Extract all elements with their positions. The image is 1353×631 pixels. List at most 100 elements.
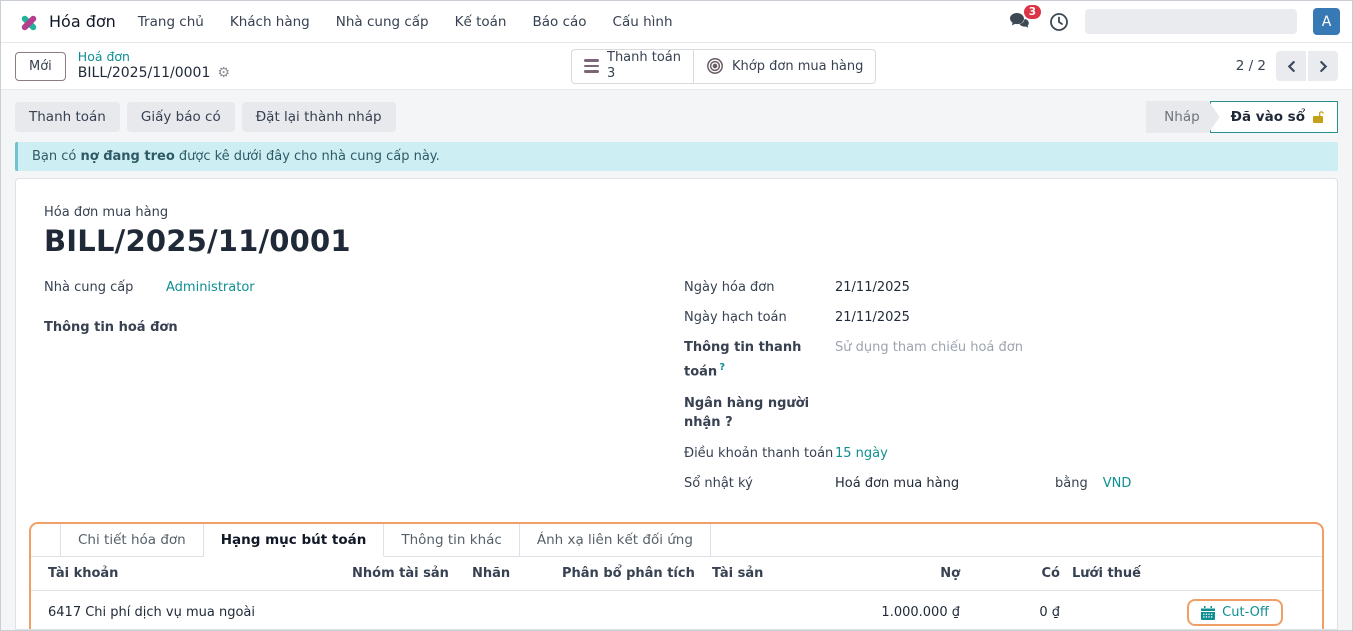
form-right-column: Ngày hóa đơn 21/11/2025 Ngày hạch toán 2… <box>684 278 1317 504</box>
banner-text: Bạn có <box>32 149 81 164</box>
menu-item-reports[interactable]: Báo cáo <box>532 14 586 30</box>
target-icon <box>706 57 724 75</box>
currency-link[interactable]: VND <box>1103 474 1132 494</box>
cell-tax-grids[interactable] <box>1066 591 1144 630</box>
messages-badge: 3 <box>1024 5 1041 19</box>
list-icon <box>584 59 599 73</box>
cell-cutoff: Cut-Off <box>1144 591 1324 630</box>
outstanding-debits-banner: Bạn có nợ đang treo được kê dưới đây cho… <box>15 142 1338 171</box>
bill-info-label: Thông tin hoá đơn <box>44 320 684 335</box>
control-panel: Mới Hoá đơn BILL/2025/11/0001 ⚙ Thanh to… <box>1 43 1352 90</box>
statusbar: Nháp Đã vào sổ <box>1146 101 1338 133</box>
cutoff-button[interactable]: Cut-Off <box>1187 599 1283 626</box>
activities-clock-icon[interactable] <box>1049 12 1069 32</box>
journal-label: Sổ nhật ký <box>684 474 835 494</box>
stat-buttons: Thanh toán 3 Khớp đơn mua hàng <box>571 49 876 84</box>
menu-item-customers[interactable]: Khách hàng <box>230 14 310 30</box>
col-header-analytic[interactable]: Phân bổ phân tích <box>556 557 706 591</box>
messages-icon[interactable]: 3 <box>1009 11 1033 33</box>
tab-other-info[interactable]: Thông tin khác <box>384 524 519 556</box>
user-name-redacted[interactable] <box>1085 9 1297 34</box>
banner-bold-text: nợ đang treo <box>81 149 175 164</box>
cell-asset-group[interactable] <box>346 591 466 630</box>
tab-counterpart-mapping[interactable]: Ánh xạ liên kết đối ứng <box>520 524 711 556</box>
invoice-date-value: 21/11/2025 <box>835 278 910 298</box>
menu-item-config[interactable]: Cấu hình <box>613 14 673 30</box>
help-icon[interactable]: ? <box>725 415 733 430</box>
payments-stat-count: 3 <box>607 66 681 82</box>
menu-item-home[interactable]: Trang chủ <box>138 14 204 30</box>
col-header-credit[interactable]: Có <box>966 557 1066 591</box>
invoice-date-label: Ngày hóa đơn <box>684 278 835 298</box>
pay-button[interactable]: Thanh toán <box>15 102 120 132</box>
help-icon[interactable]: ? <box>719 362 725 373</box>
document-type-label: Hóa đơn mua hàng <box>44 205 1317 220</box>
status-posted-label: Đã vào sổ <box>1231 109 1305 125</box>
accounting-date-value: 21/11/2025 <box>835 308 910 328</box>
form-left-column: Nhà cung cấp Administrator Thông tin hoá… <box>44 278 684 504</box>
action-row: Thanh toán Giấy báo có Đặt lại thành nhá… <box>1 90 1352 142</box>
cell-analytic[interactable] <box>556 591 706 630</box>
col-header-debit[interactable]: Nợ <box>834 557 966 591</box>
payment-terms-link[interactable]: 15 ngày <box>835 444 888 464</box>
recipient-bank-label-text: Ngân hàng người nhận <box>684 396 809 430</box>
systray: 3 A <box>1009 8 1340 35</box>
notebook-highlight-region: Chi tiết hóa đơn Hạng mục bút toán Thông… <box>29 522 1324 630</box>
top-nav: Hóa đơn Trang chủ Khách hàng Nhà cung cấ… <box>1 1 1352 43</box>
vendor-link[interactable]: Administrator <box>166 278 255 298</box>
credit-note-button[interactable]: Giấy báo có <box>127 102 235 132</box>
form-sheet: Hóa đơn mua hàng BILL/2025/11/0001 Nhà c… <box>15 178 1338 630</box>
recipient-bank-label: Ngân hàng người nhận ? <box>684 392 835 434</box>
form-fields: Nhà cung cấp Administrator Thông tin hoá… <box>36 278 1317 504</box>
breadcrumb-parent[interactable]: Hoá đơn <box>78 49 230 65</box>
table-header-row: Tài khoản Nhóm tài sản Nhãn Phân bổ phân… <box>31 557 1324 591</box>
payment-reference-label-text: Thông tin thanh toán <box>684 340 801 379</box>
po-matching-button[interactable]: Khớp đơn mua hàng <box>693 50 875 83</box>
payment-reference-placeholder: Sử dụng tham chiếu hoá đơn <box>835 338 1023 382</box>
cell-label[interactable] <box>466 591 556 630</box>
col-header-asset-group[interactable]: Nhóm tài sản <box>346 557 466 591</box>
tab-spacer <box>31 524 61 556</box>
currency-in-label: bằng <box>1055 474 1088 494</box>
col-header-label[interactable]: Nhãn <box>466 557 556 591</box>
status-step-posted[interactable]: Đã vào sổ <box>1210 101 1338 133</box>
calendar-icon <box>1201 606 1215 620</box>
journal-items-table: Tài khoản Nhóm tài sản Nhãn Phân bổ phân… <box>31 557 1324 630</box>
col-header-account[interactable]: Tài khoản <box>31 557 346 591</box>
table-row[interactable]: 6417 Chi phí dịch vụ mua ngoài 1.000.000… <box>31 591 1324 630</box>
menu-item-vendors[interactable]: Nhà cung cấp <box>336 14 429 30</box>
tab-bar: Chi tiết hóa đơn Hạng mục bút toán Thông… <box>31 524 1322 557</box>
page-title: BILL/2025/11/0001 <box>44 224 1317 258</box>
tab-invoice-lines[interactable]: Chi tiết hóa đơn <box>61 524 204 556</box>
unlock-icon <box>1312 110 1325 124</box>
cell-asset[interactable] <box>706 591 834 630</box>
breadcrumb: Hoá đơn BILL/2025/11/0001 ⚙ <box>78 49 230 82</box>
app-logo-icon[interactable] <box>17 11 39 33</box>
cell-credit[interactable]: 0 ₫ <box>966 591 1066 630</box>
new-button[interactable]: Mới <box>15 52 66 81</box>
cell-debit[interactable]: 1.000.000 ₫ <box>834 591 966 630</box>
app-name[interactable]: Hóa đơn <box>49 12 116 31</box>
menu-item-accounting[interactable]: Kế toán <box>455 14 507 30</box>
pager-previous-button[interactable] <box>1276 51 1306 81</box>
banner-text-suffix: được kê dưới đây cho nhà cung cấp này. <box>175 149 440 164</box>
col-header-button <box>1144 557 1324 591</box>
payments-stat-label: Thanh toán <box>607 50 681 66</box>
payment-reference-label: Thông tin thanh toán? <box>684 338 835 382</box>
app-window: Hóa đơn Trang chủ Khách hàng Nhà cung cấ… <box>0 0 1353 631</box>
journal-value: Hoá đơn mua hàng <box>835 474 1055 494</box>
reset-to-draft-button[interactable]: Đặt lại thành nháp <box>242 102 396 132</box>
payment-terms-label: Điều khoản thanh toán <box>684 444 835 464</box>
vendor-label: Nhà cung cấp <box>44 278 166 298</box>
gear-icon[interactable]: ⚙ <box>217 65 230 83</box>
pager: 2 / 2 <box>1236 51 1338 81</box>
cutoff-button-label: Cut-Off <box>1222 605 1269 620</box>
cell-account[interactable]: 6417 Chi phí dịch vụ mua ngoài <box>31 591 346 630</box>
col-header-asset[interactable]: Tài sản <box>706 557 834 591</box>
payments-stat-button[interactable]: Thanh toán 3 <box>572 50 693 83</box>
pager-next-button[interactable] <box>1308 51 1338 81</box>
status-step-draft[interactable]: Nháp <box>1146 101 1220 133</box>
user-avatar[interactable]: A <box>1313 8 1340 35</box>
col-header-tax-grids[interactable]: Lưới thuế <box>1066 557 1144 591</box>
tab-journal-items[interactable]: Hạng mục bút toán <box>204 524 385 557</box>
